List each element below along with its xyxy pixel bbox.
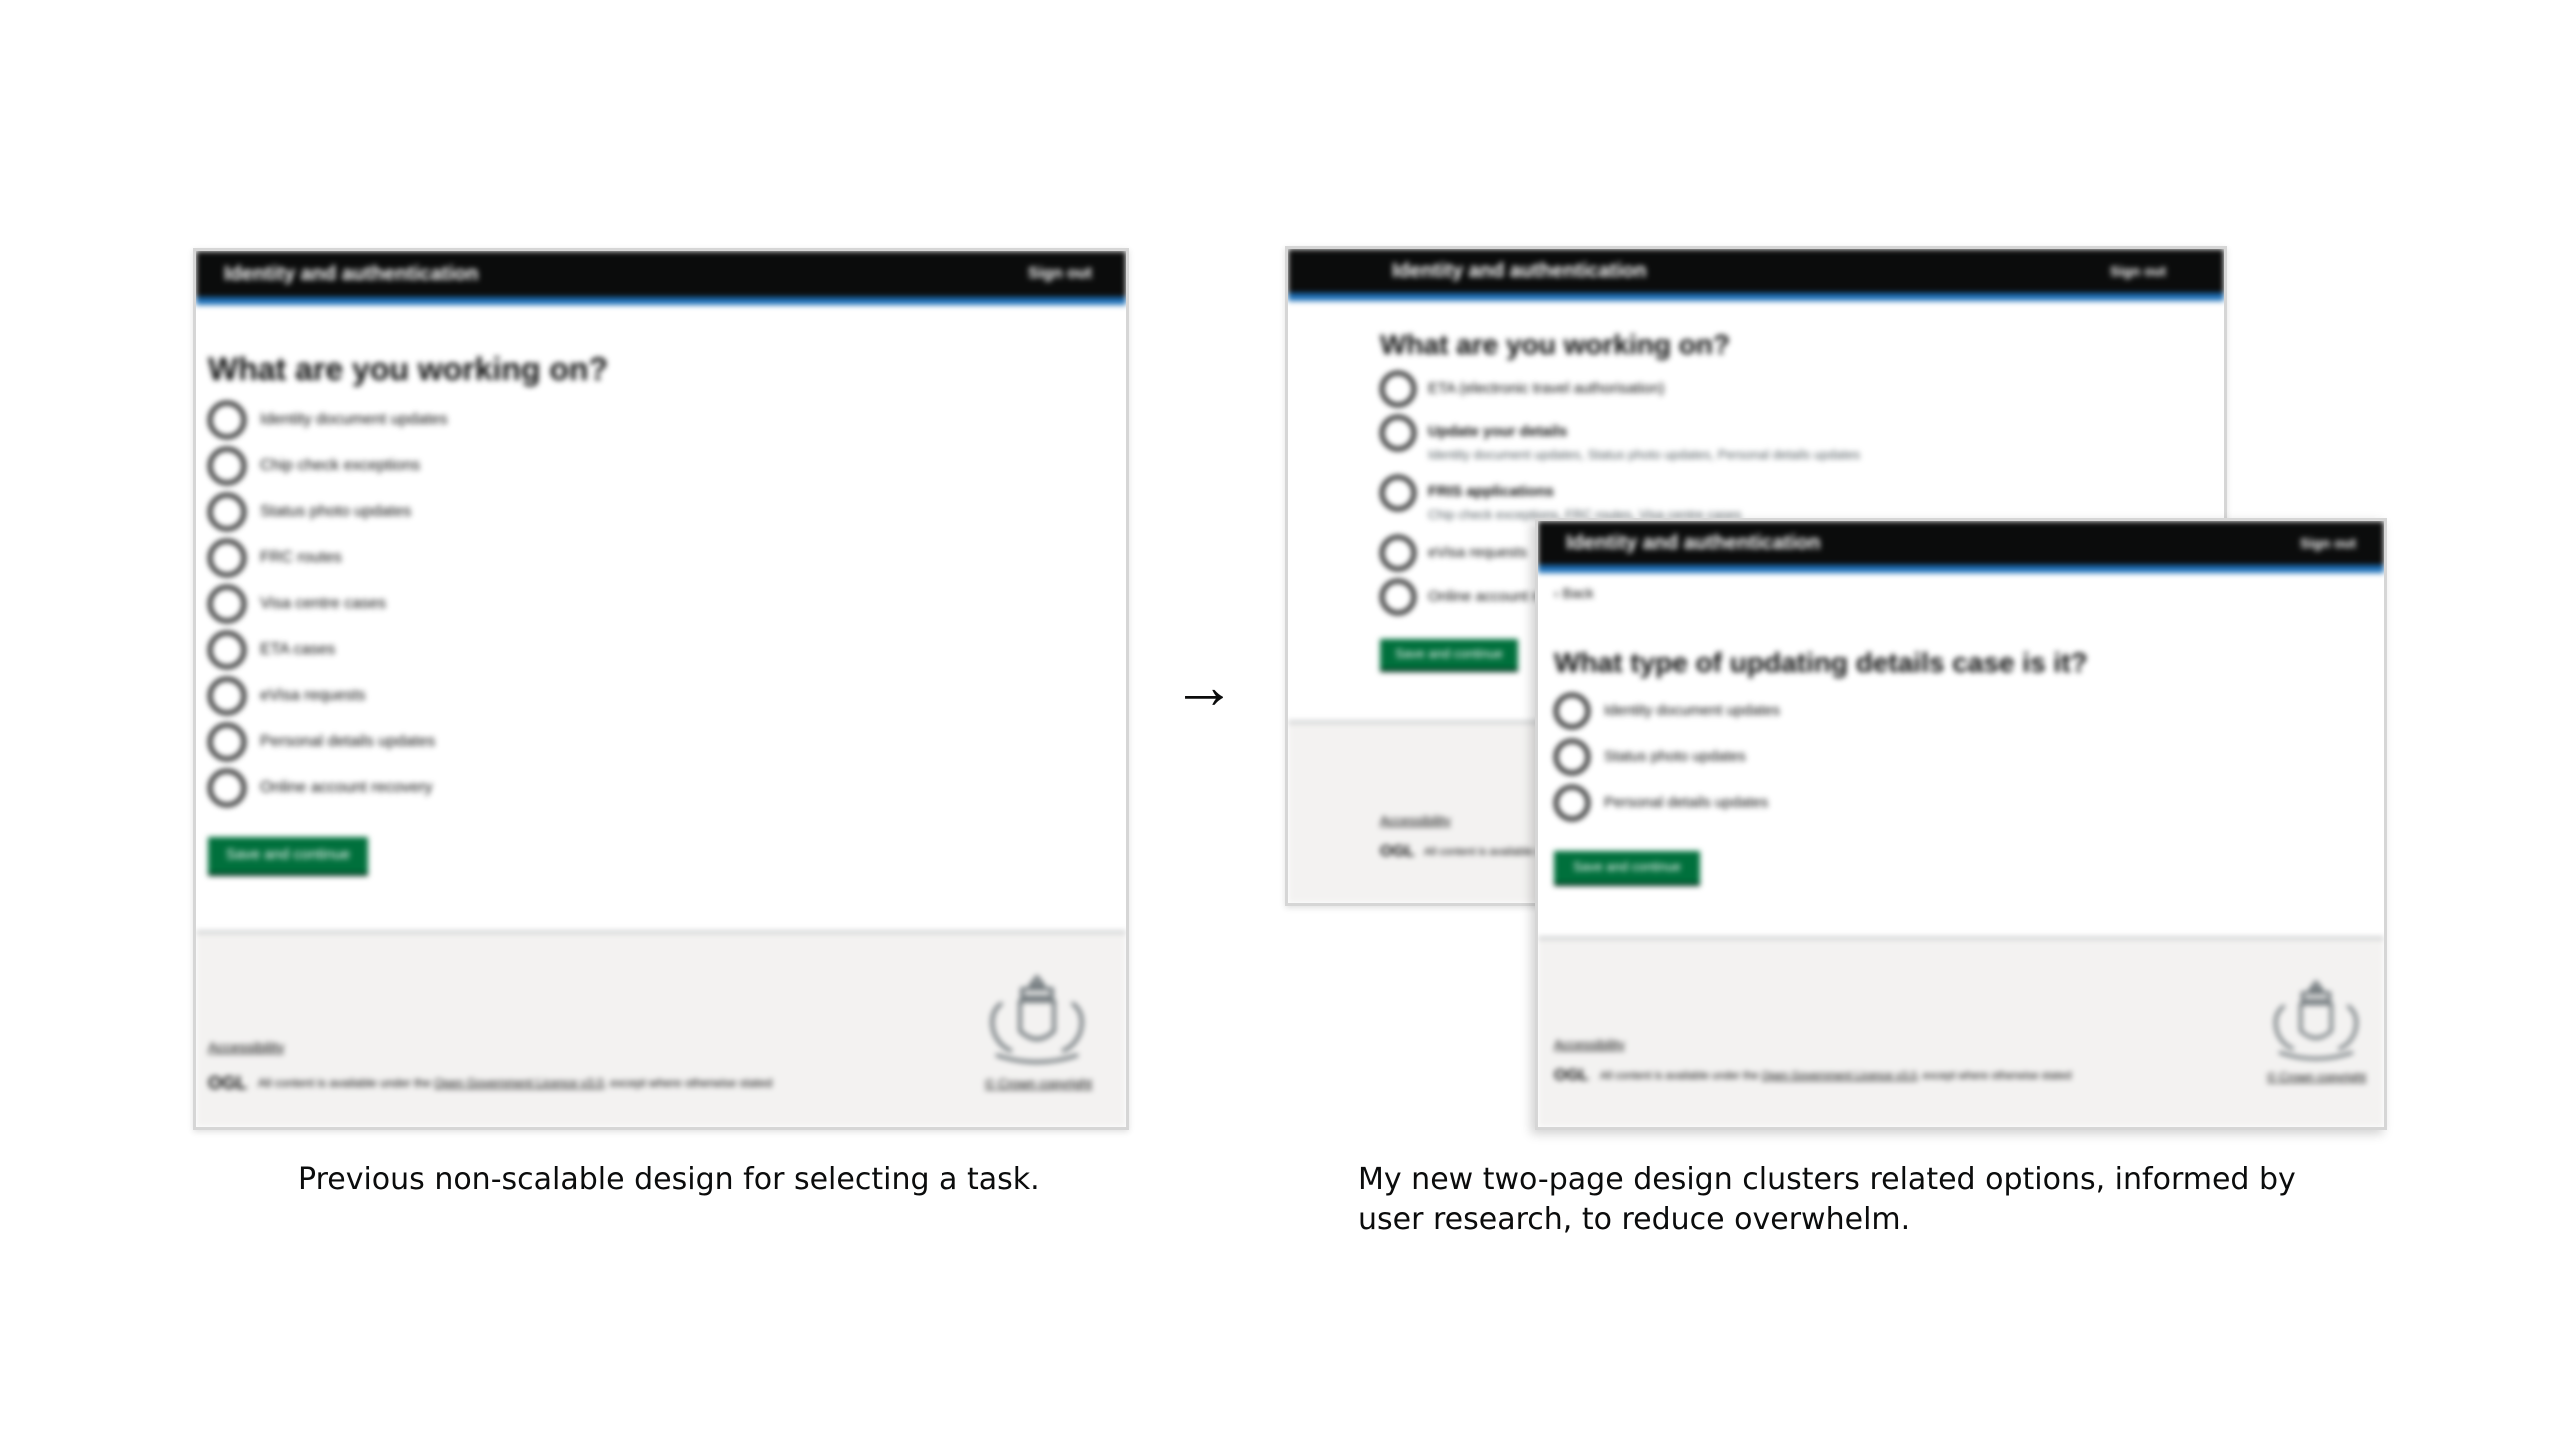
radio-label: Update your details bbox=[1428, 423, 1568, 440]
radio-label: Online account recovery bbox=[260, 779, 433, 796]
licence-suffix: , except where otherwise stated bbox=[1916, 1070, 2072, 1082]
sign-out-link[interactable]: Sign out bbox=[2110, 263, 2166, 279]
licence-prefix: All content is available under the bbox=[1600, 1070, 1759, 1082]
ogl-logo: OGL bbox=[208, 1073, 247, 1093]
page-footer: Accessibility OGL All content is availab… bbox=[1538, 937, 2384, 1127]
licence-link[interactable]: Open Government Licence v3.0 bbox=[1761, 1070, 1916, 1082]
licence-link[interactable]: Open Government Licence v3.0 bbox=[434, 1076, 603, 1090]
page-heading: What type of updating details case is it… bbox=[1554, 647, 2088, 678]
old-design-blurred-content: Identity and authentication Sign out Wha… bbox=[196, 251, 1126, 1127]
save-and-continue-button[interactable]: Save and continue bbox=[208, 837, 368, 873]
ogl-logo: OGL bbox=[1554, 1067, 1589, 1084]
radio-button[interactable] bbox=[1380, 535, 1416, 571]
service-header: Identity and authentication Sign out bbox=[196, 251, 1126, 305]
radio-hint: Identity document updates, Status photo … bbox=[1428, 447, 1861, 462]
caption-old-design: Previous non-scalable design for selecti… bbox=[298, 1162, 1040, 1197]
radio-button[interactable] bbox=[208, 585, 246, 623]
service-name: Identity and authentication bbox=[224, 263, 479, 285]
radio-label: FRIS applications bbox=[1428, 483, 1554, 500]
accessibility-link[interactable]: Accessibility bbox=[1380, 813, 1451, 828]
radio-button[interactable] bbox=[208, 401, 246, 439]
radio-label: Identity document updates bbox=[260, 411, 448, 428]
radio-label: Identity document updates bbox=[1604, 702, 1780, 719]
save-and-continue-button[interactable]: Save and continue bbox=[1380, 639, 1518, 669]
arrow-right-icon: → bbox=[1172, 650, 1236, 722]
ogl-logo: OGL bbox=[1380, 843, 1415, 860]
service-header: Identity and authentication Sign out bbox=[1288, 249, 2224, 301]
radio-button[interactable] bbox=[208, 447, 246, 485]
radio-label: Personal details updates bbox=[1604, 794, 1769, 811]
save-and-continue-button[interactable]: Save and continue bbox=[1554, 851, 1700, 883]
page-heading: What are you working on? bbox=[208, 351, 609, 387]
licence-suffix: , except where otherwise stated bbox=[603, 1076, 773, 1090]
radio-label: Personal details updates bbox=[260, 733, 436, 750]
crown-copyright-link[interactable]: © Crown copyright bbox=[985, 1076, 1092, 1091]
radio-label: Chip check exceptions bbox=[260, 457, 421, 474]
accessibility-link[interactable]: Accessibility bbox=[208, 1039, 284, 1055]
radio-button[interactable] bbox=[208, 539, 246, 577]
crown-copyright-link[interactable]: © Crown copyright bbox=[2267, 1070, 2366, 1084]
radio-button[interactable] bbox=[208, 769, 246, 807]
sign-out-link[interactable]: Sign out bbox=[1028, 265, 1092, 283]
caption-new-design: My new two-page design clusters related … bbox=[1358, 1162, 2296, 1237]
radio-button[interactable] bbox=[1380, 475, 1416, 511]
radio-label: Status photo updates bbox=[260, 503, 412, 520]
accessibility-link[interactable]: Accessibility bbox=[1554, 1037, 1625, 1052]
royal-crest-icon bbox=[990, 974, 1084, 1064]
page-two-blurred-content: Identity and authentication Sign out ‹ B… bbox=[1538, 521, 2384, 1127]
sign-out-link[interactable]: Sign out bbox=[2300, 535, 2356, 551]
radio-label: FRC routes bbox=[260, 549, 342, 566]
radio-label: Visa centre cases bbox=[260, 595, 386, 612]
radio-button[interactable] bbox=[208, 631, 246, 669]
page-footer: Accessibility OGL All content is availab… bbox=[196, 931, 1126, 1127]
service-name: Identity and authentication bbox=[1566, 532, 1821, 554]
radio-label: ETA cases bbox=[260, 641, 336, 658]
royal-crest-icon bbox=[2274, 979, 2358, 1060]
radio-button[interactable] bbox=[1380, 415, 1416, 451]
licence-text: All content is available under the Open … bbox=[258, 1076, 772, 1090]
service-name: Identity and authentication bbox=[1392, 260, 1647, 282]
new-design-page-two-mockup: Identity and authentication Sign out ‹ B… bbox=[1535, 518, 2387, 1130]
radio-label: eVisa requests bbox=[1428, 544, 1527, 561]
licence-prefix: All content is available under the bbox=[258, 1076, 431, 1090]
radio-button[interactable] bbox=[1380, 579, 1416, 615]
radio-button[interactable] bbox=[1554, 785, 1590, 821]
licence-text: All content is available under the Open … bbox=[1600, 1070, 2071, 1082]
radio-button[interactable] bbox=[208, 677, 246, 715]
radio-button[interactable] bbox=[1380, 371, 1416, 407]
radio-label: eVisa requests bbox=[260, 687, 366, 704]
radio-button[interactable] bbox=[208, 493, 246, 531]
radio-button[interactable] bbox=[1554, 693, 1590, 729]
radio-button[interactable] bbox=[208, 723, 246, 761]
radio-label: Status photo updates bbox=[1604, 748, 1746, 765]
back-link[interactable]: ‹ Back bbox=[1554, 585, 1594, 601]
old-design-mockup: Identity and authentication Sign out Wha… bbox=[193, 248, 1129, 1130]
page-heading: What are you working on? bbox=[1380, 329, 1731, 360]
service-header: Identity and authentication Sign out bbox=[1538, 521, 2384, 573]
radio-button[interactable] bbox=[1554, 739, 1590, 775]
radio-label: ETA (electronic travel authorisation) bbox=[1428, 380, 1665, 397]
